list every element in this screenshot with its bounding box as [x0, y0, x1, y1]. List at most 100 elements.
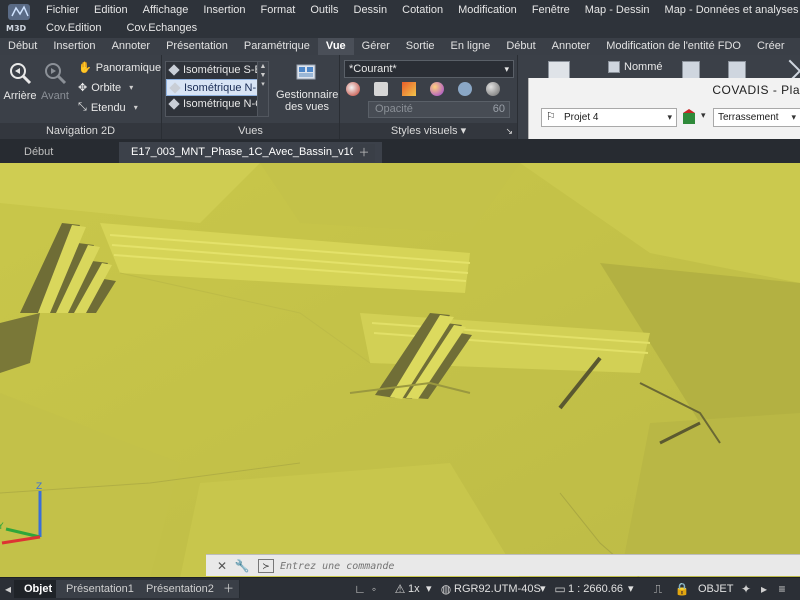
- chevron-down-icon[interactable]: ▾: [426, 581, 432, 598]
- chevron-down-icon[interactable]: ▾: [461, 125, 467, 137]
- isolate-icon[interactable]: ✦: [738, 581, 754, 597]
- new-tab-button[interactable]: ＋: [353, 144, 375, 162]
- coordinate-system[interactable]: RGR92.UTM-40S: [454, 581, 541, 598]
- module-select[interactable]: Terrassement: [713, 108, 800, 127]
- menu-icon[interactable]: ≡: [774, 581, 790, 597]
- polar-icon[interactable]: ◦: [366, 581, 382, 597]
- space-mode[interactable]: OBJET: [698, 581, 733, 598]
- orbit-button[interactable]: ✥ Orbite: [78, 81, 133, 95]
- chevron-down-icon[interactable]: ▾: [701, 110, 706, 121]
- viewport-scale-icon[interactable]: ▭: [552, 581, 568, 597]
- ribbon-tab-sortie[interactable]: Sortie: [398, 38, 443, 55]
- back-label: Arrière: [3, 90, 37, 102]
- back-button[interactable]: Arrière: [3, 60, 37, 102]
- iso-cube-icon: [169, 82, 181, 94]
- ribbon-tab-en-ligne[interactable]: En ligne: [443, 38, 499, 55]
- command-prompt-icon[interactable]: ≻: [258, 559, 274, 573]
- ribbon-tab-annoter[interactable]: Annoter: [104, 38, 159, 55]
- menu-item-cov-edition[interactable]: Cov.Edition: [46, 22, 110, 34]
- ribbon-tab-presentation[interactable]: Présentation: [158, 38, 236, 55]
- menu-item-fenetre[interactable]: Fenêtre: [532, 4, 579, 16]
- viewport-scale[interactable]: 1 : 2660.66: [568, 581, 623, 598]
- view-list-scrollbar[interactable]: ▲ ▼ ▾: [257, 62, 268, 116]
- window-icon[interactable]: [548, 61, 570, 79]
- view-item[interactable]: Isométrique N-O: [166, 96, 268, 113]
- menu-item-fichier[interactable]: Fichier: [46, 4, 88, 16]
- menu-item-map-donnees-et-analyses[interactable]: Map - Données et analyses: [665, 4, 800, 16]
- menu-item-cotation[interactable]: Cotation: [402, 4, 452, 16]
- chevron-down-icon[interactable]: ▾: [628, 581, 634, 598]
- pan-button[interactable]: ✋ Panoramique: [78, 61, 161, 75]
- command-input[interactable]: [280, 558, 790, 574]
- layout-tab-1[interactable]: Présentation1: [56, 580, 145, 598]
- ribbon-tab-debut[interactable]: Début: [0, 38, 45, 55]
- covadis-title: COVADIS - Pla: [712, 83, 800, 97]
- forward-arrow-icon: [42, 60, 68, 86]
- shadow-sphere-icon[interactable]: [486, 82, 500, 96]
- project-select[interactable]: ⚐ Projet 4: [541, 108, 677, 127]
- toggle-icon[interactable]: ▸: [756, 581, 772, 597]
- color-sphere-icon[interactable]: [430, 82, 444, 96]
- forward-button[interactable]: Avant: [38, 60, 72, 102]
- viewport-config-icon[interactable]: [682, 61, 700, 79]
- add-layout-button[interactable]: ＋: [218, 580, 240, 598]
- etrans-icon[interactable]: ⎍: [650, 581, 666, 597]
- ribbon-tab-insertion[interactable]: Insertion: [45, 38, 103, 55]
- ribbon-tab-analy[interactable]: Analy: [793, 38, 800, 55]
- layer-state-icon[interactable]: [681, 108, 699, 127]
- ribbon-tab-annoter[interactable]: Annoter: [544, 38, 599, 55]
- wrench-icon[interactable]: 🔧: [234, 558, 250, 574]
- visual-style-select[interactable]: *Courant*: [344, 60, 514, 78]
- zoom-extents-icon: ⤡: [78, 101, 87, 113]
- menu-item-insertion[interactable]: Insertion: [203, 4, 254, 16]
- ribbon-tab-gerer[interactable]: Gérer: [354, 38, 398, 55]
- command-line: ✕ 🔧 ≻: [206, 554, 800, 576]
- view-manager-button[interactable]: Gestionnaire des vues: [276, 61, 338, 113]
- back-arrow-icon: [7, 60, 33, 86]
- coordinate-system-icon[interactable]: ◍: [438, 581, 454, 597]
- annotation-scale-icon[interactable]: ⚠: [392, 581, 408, 597]
- covadis-palette: COVADIS - Pla ⚐ Projet 4 ▾ Terrassement: [528, 78, 800, 140]
- view-item-label: Isométrique S-E: [183, 64, 262, 76]
- status-bar: ◂ Objet Présentation1 Présentation2 ＋ ∟ …: [0, 577, 800, 600]
- extents-button[interactable]: ⤡ Etendu: [78, 101, 138, 114]
- lock-icon[interactable]: 🔒: [674, 581, 690, 597]
- ribbon-tab-debut[interactable]: Début: [498, 38, 543, 55]
- tab-active-drawing[interactable]: E17_003_MNT_Phase_1C_Avec_Bassin_v10* ✕: [119, 142, 383, 163]
- ribbon-tab-parametrique[interactable]: Paramétrique: [236, 38, 318, 55]
- ucs-axes-icon: Z Y: [0, 482, 42, 545]
- ribbon-tab-vue[interactable]: Vue: [317, 38, 354, 55]
- app-logo[interactable]: M3D: [4, 2, 36, 36]
- orbit-label: Orbite: [91, 81, 122, 94]
- close-icon[interactable]: ✕: [214, 558, 230, 574]
- dialog-launcher-icon[interactable]: ↘: [505, 123, 513, 139]
- annotation-scale[interactable]: 1x: [408, 581, 420, 598]
- edge-style-icon[interactable]: [346, 82, 360, 96]
- view-item[interactable]: Isométrique N-E: [166, 79, 268, 96]
- menu-item-affichage[interactable]: Affichage: [143, 4, 198, 16]
- face-style-icon[interactable]: [374, 82, 388, 96]
- opacity-field[interactable]: Opacité 60: [368, 101, 510, 118]
- project-value: Projet 4: [564, 112, 599, 123]
- terrain-model: [0, 163, 800, 578]
- menu-item-format[interactable]: Format: [261, 4, 305, 16]
- ribbon-tab-modification-de-l-entite-fdo[interactable]: Modification de l'entité FDO: [598, 38, 749, 55]
- lens-icon[interactable]: [458, 82, 472, 96]
- menu-item-edition[interactable]: Edition: [94, 4, 137, 16]
- material-icon[interactable]: [402, 82, 416, 96]
- hand-icon: ✋: [78, 62, 92, 74]
- menu-item-cov-echanges[interactable]: Cov.Echanges: [126, 22, 206, 34]
- layout-tab-2[interactable]: Présentation2: [136, 580, 225, 598]
- chevron-down-icon[interactable]: ▾: [540, 581, 546, 598]
- drawing-viewport[interactable]: Z Y: [0, 163, 800, 578]
- menu-item-dessin[interactable]: Dessin: [354, 4, 397, 16]
- menu-item-outils[interactable]: Outils: [310, 4, 347, 16]
- menu-item-map-dessin[interactable]: Map - Dessin: [585, 4, 659, 16]
- tab-start[interactable]: Début: [12, 142, 65, 163]
- named-view-button[interactable]: Nommé: [608, 61, 663, 73]
- menu-item-modification[interactable]: Modification: [458, 4, 526, 16]
- orbit-icon: ✥: [78, 82, 88, 94]
- ribbon-tab-creer[interactable]: Créer: [749, 38, 793, 55]
- view-item[interactable]: Isométrique S-E: [166, 62, 268, 79]
- svg-text:Y: Y: [0, 522, 4, 532]
